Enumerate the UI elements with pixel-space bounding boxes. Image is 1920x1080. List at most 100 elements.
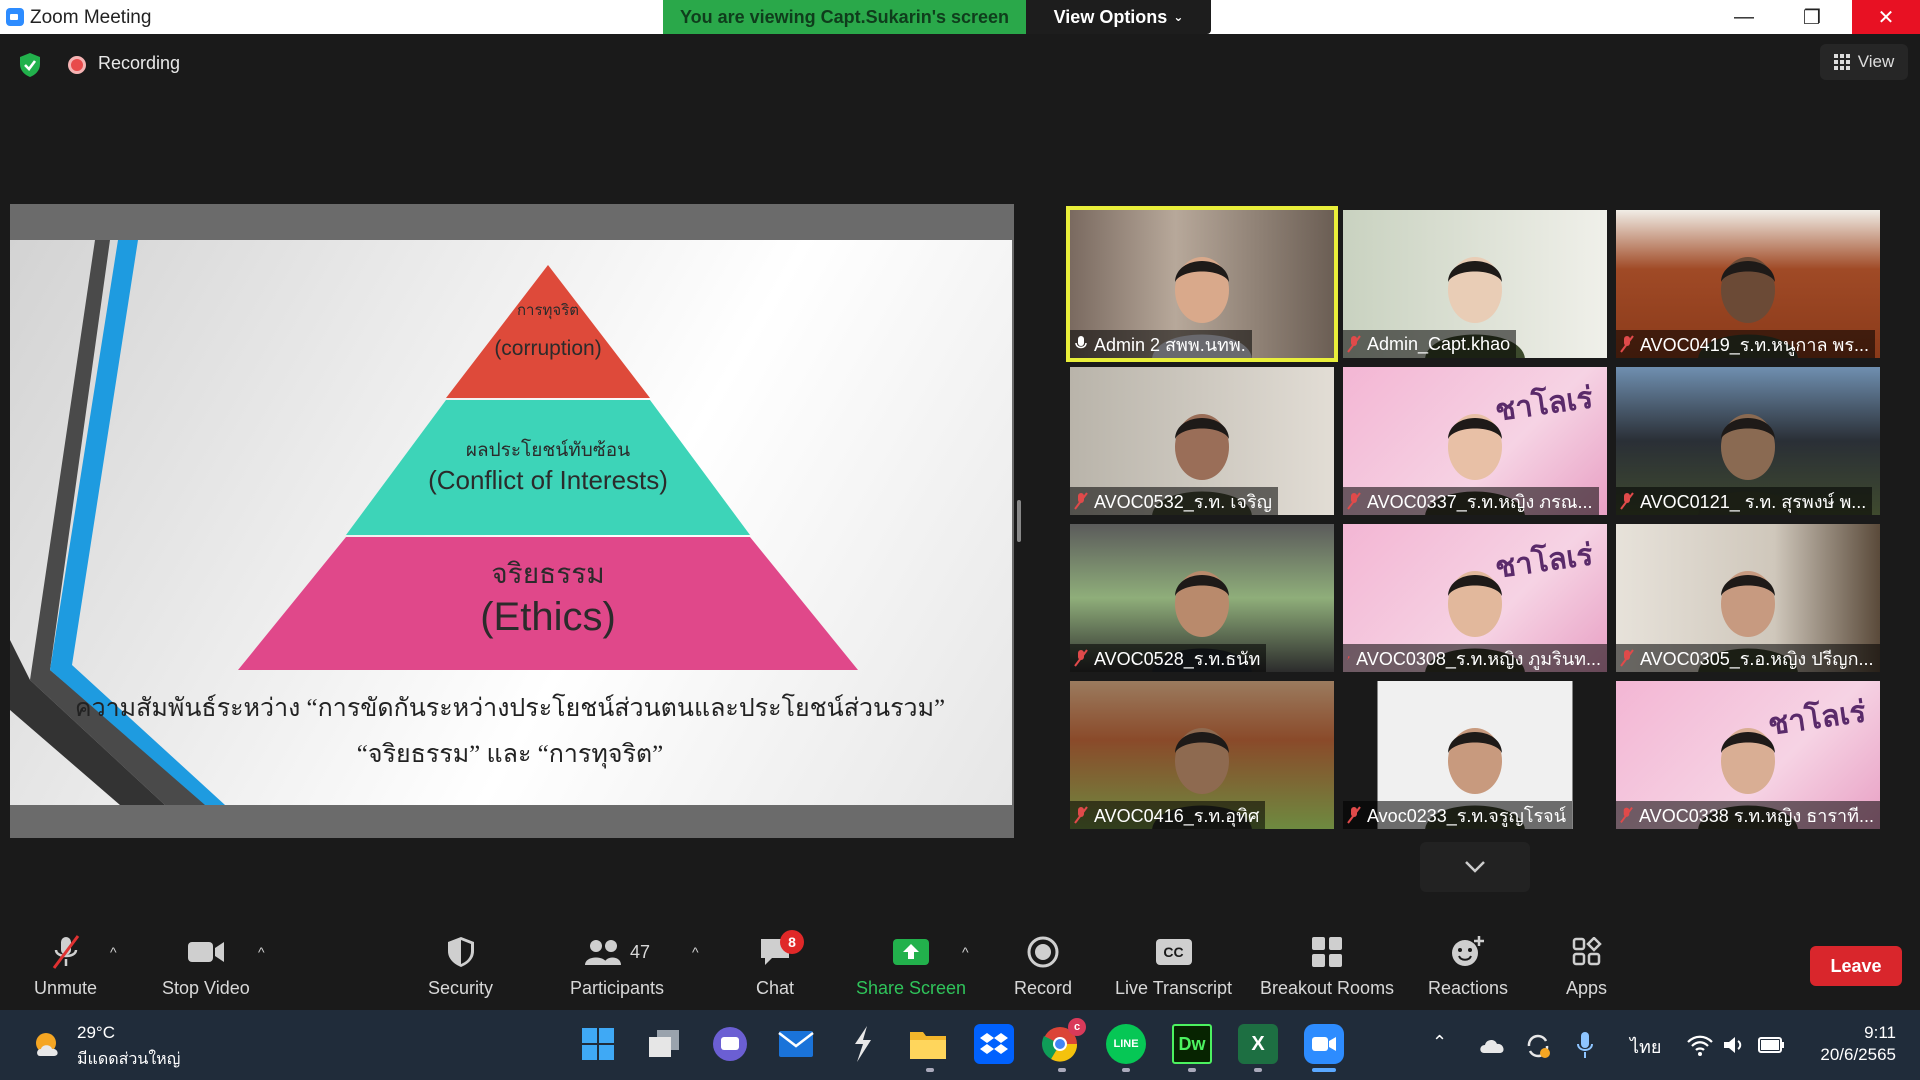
breakout-rooms-icon bbox=[1312, 937, 1343, 967]
participant-tile[interactable]: AVOC0419_ร.ท.หนูกาล พร... bbox=[1616, 210, 1880, 358]
breakout-rooms-button[interactable]: Breakout Rooms bbox=[1260, 930, 1394, 999]
microphone-muted-icon bbox=[1620, 807, 1633, 823]
participant-tile[interactable]: AVOC0305_ร.อ.หญิง ปรีญก... bbox=[1616, 524, 1880, 672]
microphone-muted-icon bbox=[1347, 806, 1361, 824]
input-language-indicator[interactable]: ไทย bbox=[1630, 1032, 1661, 1061]
shield-icon bbox=[447, 937, 474, 967]
file-explorer-icon[interactable] bbox=[908, 1024, 948, 1064]
task-view-icon[interactable] bbox=[644, 1024, 684, 1064]
running-indicator bbox=[1058, 1068, 1066, 1072]
running-indicator bbox=[926, 1068, 934, 1072]
security-button[interactable]: Security bbox=[428, 930, 493, 999]
dreamweaver-icon[interactable]: Dw bbox=[1172, 1024, 1212, 1064]
maximize-button[interactable]: ❐ bbox=[1778, 0, 1846, 34]
pyramid-top-thai: การทุจริต bbox=[516, 302, 580, 319]
wifi-icon[interactable] bbox=[1686, 1034, 1714, 1056]
reactions-button[interactable]: Reactions bbox=[1428, 930, 1508, 999]
participants-label: Participants bbox=[570, 978, 665, 998]
participant-name: Admin 2 สพพ.นทพ. bbox=[1094, 334, 1246, 355]
split-divider-handle[interactable] bbox=[1017, 500, 1021, 542]
chat-label: Chat bbox=[756, 978, 795, 998]
share-screen-button[interactable]: Share Screen bbox=[856, 930, 966, 999]
participant-tile[interactable]: ชาโลเร่ AVOC0308_ร.ท.หญิง ภูมรินท... bbox=[1343, 524, 1607, 672]
microphone-muted-icon bbox=[1074, 649, 1088, 667]
chat-button[interactable]: 8 Chat bbox=[756, 930, 805, 999]
mail-icon[interactable] bbox=[776, 1024, 816, 1064]
live-transcript-button[interactable]: CC Live Transcript bbox=[1115, 930, 1232, 999]
battery-icon[interactable] bbox=[1758, 1034, 1786, 1056]
windows-start-icon[interactable] bbox=[578, 1024, 618, 1064]
show-hidden-icons-chevron-icon[interactable]: ⌃ bbox=[1432, 1032, 1447, 1053]
running-indicator-active bbox=[1312, 1068, 1336, 1072]
participant-tile[interactable]: Admin_Capt.khao bbox=[1343, 210, 1607, 358]
participant-name-tag: AVOC0419_ร.ท.หนูกาล พร... bbox=[1616, 330, 1876, 358]
share-screen-icon bbox=[893, 939, 930, 965]
participant-tile[interactable]: Admin 2 สพพ.นทพ. bbox=[1066, 206, 1338, 362]
video-options-caret[interactable]: ^ bbox=[258, 944, 265, 960]
microphone-muted-icon bbox=[1074, 492, 1088, 510]
running-indicator bbox=[1122, 1068, 1130, 1072]
audio-options-caret[interactable]: ^ bbox=[110, 944, 117, 960]
chrome-icon[interactable]: c bbox=[1040, 1018, 1086, 1064]
participant-tile[interactable]: ชาโลเร่ AVOC0338 ร.ท.หญิง ธาราที... bbox=[1616, 681, 1880, 829]
grid-icon bbox=[1833, 54, 1850, 70]
onedrive-cloud-icon[interactable] bbox=[1478, 1036, 1506, 1054]
closed-caption-icon: CC bbox=[1155, 939, 1192, 965]
zoom-app-icon bbox=[6, 8, 24, 26]
participant-tile[interactable]: AVOC0532_ร.ท. เจริญ bbox=[1070, 367, 1334, 515]
leave-button[interactable]: Leave bbox=[1810, 946, 1902, 986]
view-options-label: View Options bbox=[1053, 6, 1168, 27]
participant-tile[interactable]: AVOC0416_ร.ท.อุทิศ bbox=[1070, 681, 1334, 829]
encryption-shield-icon[interactable] bbox=[18, 52, 42, 78]
system-clock[interactable]: 9:11 20/6/2565 bbox=[1806, 1022, 1896, 1066]
participant-name: AVOC0419_ร.ท.หนูกาล พร... bbox=[1640, 334, 1870, 355]
participant-tile[interactable]: AVOC0528_ร.ท.ธนัท bbox=[1070, 524, 1334, 672]
weather-sun-cloud-icon[interactable] bbox=[32, 1030, 66, 1060]
view-options-button[interactable]: View Options ⌄ bbox=[1026, 0, 1211, 34]
participant-name-tag: Admin_Capt.khao bbox=[1343, 330, 1517, 358]
participant-name-tag: AVOC0338 ร.ท.หญิง ธาราที... bbox=[1616, 801, 1880, 829]
share-options-caret[interactable]: ^ bbox=[962, 944, 969, 960]
teams-chat-icon[interactable] bbox=[710, 1024, 750, 1064]
close-window-button[interactable]: ✕ bbox=[1852, 0, 1920, 34]
participant-name: Admin_Capt.khao bbox=[1367, 333, 1511, 354]
record-button[interactable]: Record bbox=[1014, 930, 1072, 999]
excel-icon[interactable]: X bbox=[1238, 1024, 1278, 1064]
pyramid-bottom-thai: จริยธรรม bbox=[491, 558, 605, 589]
volume-icon[interactable] bbox=[1722, 1034, 1746, 1056]
participants-options-caret[interactable]: ^ bbox=[692, 944, 699, 960]
minimize-button[interactable]: — bbox=[1710, 0, 1778, 34]
reactions-label: Reactions bbox=[1428, 978, 1509, 998]
participants-button[interactable]: 47 Participants bbox=[570, 930, 664, 999]
dev-app-icon[interactable] bbox=[842, 1024, 882, 1064]
participant-name-tag: AVOC0308_ร.ท.หญิง ภูมรินท... bbox=[1343, 644, 1607, 672]
participant-tile[interactable]: Avoc0233_ร.ท.จรูญโรจน์ bbox=[1343, 681, 1607, 829]
line-app-icon[interactable]: LINE bbox=[1106, 1024, 1146, 1064]
weather-temperature[interactable]: 29°C bbox=[77, 1023, 115, 1043]
dropbox-icon[interactable] bbox=[974, 1024, 1014, 1064]
unmute-button[interactable]: Unmute bbox=[34, 930, 97, 999]
participant-name-tag: AVOC0528_ร.ท.ธนัท bbox=[1070, 644, 1267, 672]
participant-tile[interactable]: AVOC0121_ ร.ท. สุรพงษ์ พ... bbox=[1616, 367, 1880, 515]
view-label: View bbox=[1857, 52, 1895, 71]
video-camera-icon bbox=[187, 942, 224, 962]
apps-icon bbox=[1572, 937, 1602, 966]
sync-icon[interactable] bbox=[1524, 1032, 1552, 1060]
microphone-muted-icon bbox=[52, 935, 79, 969]
view-button[interactable]: View bbox=[1820, 44, 1908, 80]
share-screen-label: Share Screen bbox=[856, 978, 967, 998]
gallery-next-page-button[interactable] bbox=[1420, 842, 1530, 892]
slide-caption-line2: “จริยธรรม” และ “การทุจริต” bbox=[356, 741, 664, 768]
smiley-plus-icon bbox=[1452, 936, 1485, 966]
viewing-banner: You are viewing Capt.Sukarin's screen bbox=[663, 0, 1026, 34]
zoom-taskbar-icon[interactable] bbox=[1304, 1024, 1344, 1064]
weather-description[interactable]: มีแดดส่วนใหญ่ bbox=[77, 1047, 180, 1072]
participant-tile[interactable]: ชาโลเร่ AVOC0337_ร.ท.หญิง ภรณ... bbox=[1343, 367, 1607, 515]
microphone-tray-icon[interactable] bbox=[1576, 1030, 1594, 1060]
clock-date: 20/6/2565 bbox=[1820, 1045, 1896, 1064]
apps-button[interactable]: Apps bbox=[1566, 930, 1607, 999]
stop-video-button[interactable]: Stop Video bbox=[162, 930, 250, 999]
apps-label: Apps bbox=[1566, 978, 1608, 998]
chevron-down-icon bbox=[1465, 861, 1485, 873]
pyramid-bottom-en: (Ethics) bbox=[480, 595, 616, 639]
